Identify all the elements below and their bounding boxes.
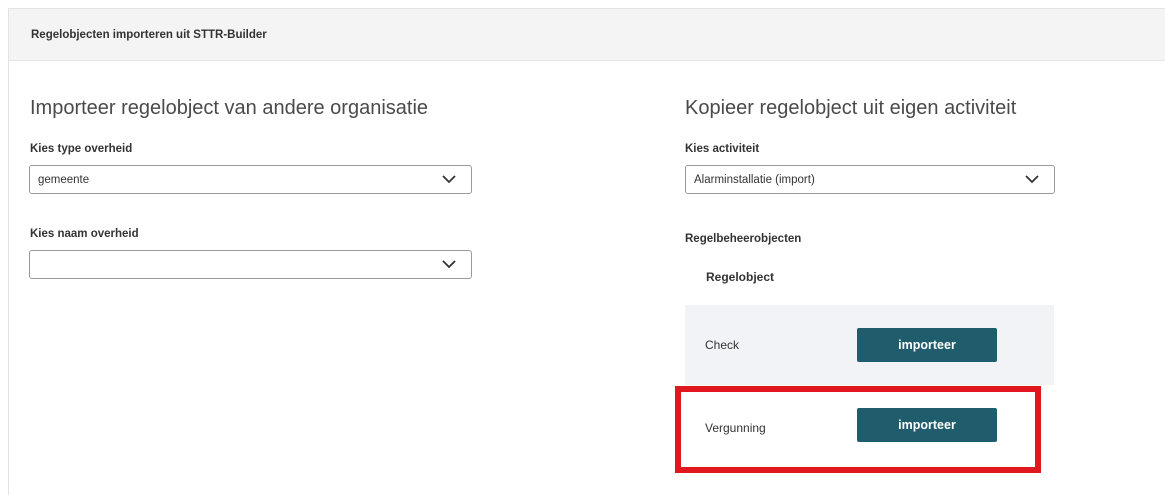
naam-overheid-select[interactable] (29, 250, 472, 279)
row-label: Check (705, 338, 740, 352)
right-column-title: Kopieer regelobject uit eigen activiteit (685, 97, 1017, 119)
regelbeheerobjecten-label: Regelbeheerobjecten (685, 233, 802, 245)
type-overheid-value: gemeente (38, 173, 90, 186)
chevron-down-icon (1025, 175, 1039, 184)
highlight-box (675, 386, 1041, 473)
table-column-header: Regelobject (706, 270, 775, 284)
chevron-down-icon (442, 260, 456, 269)
left-column-title: Importeer regelobject van andere organis… (30, 97, 429, 119)
type-overheid-select[interactable]: gemeente (29, 165, 472, 194)
activiteit-select[interactable]: Alarminstallatie (import) (685, 165, 1055, 194)
panel-title: Regelobjecten importeren uit STTR-Builde… (31, 28, 267, 41)
table-row: Check importeer (685, 305, 1054, 385)
naam-overheid-label: Kies naam overheid (30, 228, 139, 240)
activiteit-label: Kies activiteit (685, 143, 760, 155)
type-overheid-label: Kies type overheid (30, 143, 133, 155)
panel-header: Regelobjecten importeren uit STTR-Builde… (9, 9, 1165, 61)
chevron-down-icon (442, 175, 456, 184)
importeer-button[interactable]: importeer (857, 328, 997, 362)
activiteit-value: Alarminstallatie (import) (694, 173, 815, 186)
